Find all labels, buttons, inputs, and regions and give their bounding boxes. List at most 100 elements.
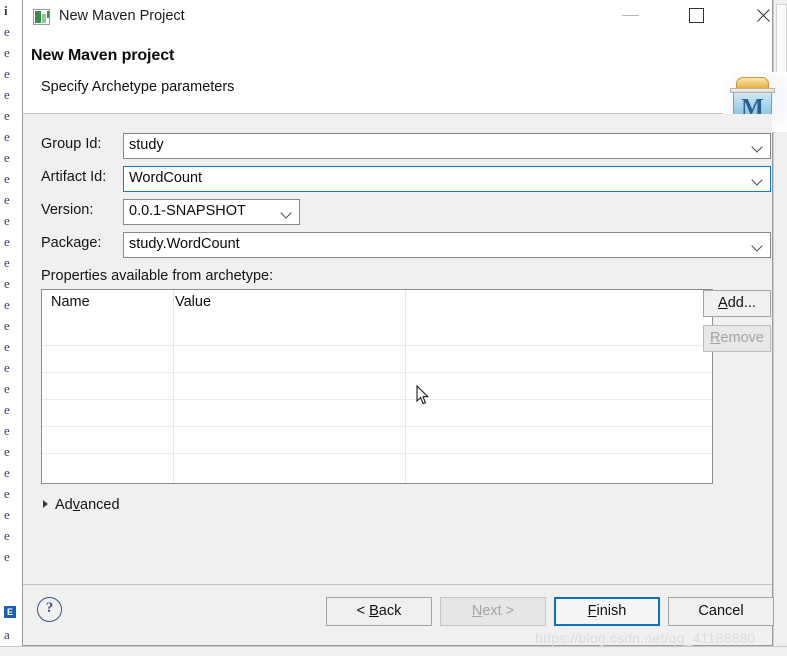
background-explorer-strip: ieeeeeeeeeeeeeeeeeeeeeeeeee <box>0 0 22 656</box>
background-tree-letter: e <box>4 444 10 459</box>
screenshot-root: ieeeeeeeeeeeeeeeeeeeeeeeeee E a New Mave… <box>0 0 787 656</box>
package-row: Package: study.WordCount <box>23 232 772 258</box>
background-tree-letter: e <box>4 549 10 564</box>
background-tree-letter: e <box>4 360 10 375</box>
background-tree-letter: i <box>4 3 8 18</box>
properties-table[interactable]: Name Value <box>41 289 713 484</box>
row-divider <box>42 345 712 346</box>
group-id-row: Group Id: study <box>23 133 772 159</box>
advanced-disclosure[interactable]: Advanced <box>43 497 120 513</box>
remove-property-button[interactable]: Remove <box>703 325 771 352</box>
add-button-label-rest: dd... <box>727 295 756 311</box>
add-button-mnemonic: A <box>718 295 728 311</box>
chevron-down-icon[interactable] <box>753 176 762 185</box>
package-value: study.WordCount <box>129 236 240 252</box>
background-tree-letter: e <box>4 150 10 165</box>
row-divider <box>42 399 712 400</box>
dialog-footer: ? < Back Next > Finish Cancel <box>23 584 774 645</box>
maven-wizard-icon <box>33 9 50 25</box>
background-tree-letter: e <box>4 108 10 123</box>
background-tree-letter: e <box>4 45 10 60</box>
background-tree-letter: e <box>4 213 10 228</box>
group-id-label: Group Id: <box>41 136 102 152</box>
close-icon <box>755 8 771 24</box>
page-subtitle: Specify Archetype parameters <box>41 79 235 95</box>
background-tree-letter: e <box>4 171 10 186</box>
column-header-name[interactable]: Name <box>51 294 90 310</box>
row-divider <box>42 453 712 454</box>
maximize-button[interactable] <box>674 0 720 31</box>
wizard-body: Group Id: study Artifact Id: WordCount V… <box>23 114 772 584</box>
background-tree-letter: e <box>4 24 10 39</box>
background-tree-letter: e <box>4 507 10 522</box>
properties-label: Properties available from archetype: <box>41 268 274 284</box>
chevron-right-icon <box>43 500 48 508</box>
artifact-id-label: Artifact Id: <box>41 169 107 185</box>
next-label-post: ext > <box>482 603 515 619</box>
advanced-mnemonic: v <box>72 497 80 513</box>
minimize-icon <box>622 15 639 16</box>
chevron-down-icon[interactable] <box>753 242 762 251</box>
artifact-id-input[interactable]: WordCount <box>123 166 771 192</box>
finish-mnemonic: F <box>587 603 597 619</box>
title-bar[interactable]: New Maven Project <box>23 0 772 35</box>
back-label-post: ack <box>378 603 402 619</box>
background-eclipse-icon: E <box>4 606 16 618</box>
background-tree-letter: e <box>4 234 10 249</box>
background-status-bar <box>0 646 787 656</box>
back-label-pre: < <box>356 603 370 619</box>
version-row: Version: 0.0.1-SNAPSHOT <box>23 199 772 225</box>
table-header-row: Name Value <box>42 290 712 317</box>
row-divider <box>42 426 712 427</box>
next-mnemonic: N <box>471 603 483 619</box>
remove-button-label-rest: emove <box>720 330 764 346</box>
background-tree-letter: e <box>4 255 10 270</box>
background-tree-letter: e <box>4 339 10 354</box>
mouse-cursor <box>416 384 430 406</box>
background-tree-letter: e <box>4 381 10 396</box>
finish-label-post: inish <box>596 603 627 619</box>
advanced-label-pre: Ad <box>55 497 73 513</box>
package-input[interactable]: study.WordCount <box>123 232 771 258</box>
remove-button-mnemonic: R <box>709 330 721 346</box>
back-button[interactable]: < Back <box>326 597 432 626</box>
cancel-button[interactable]: Cancel <box>668 597 774 626</box>
background-tree-letter: e <box>4 129 10 144</box>
help-icon[interactable]: ? <box>37 597 62 622</box>
background-tree-letter: e <box>4 276 10 291</box>
maximize-icon <box>689 8 704 23</box>
background-tree-letter: e <box>4 465 10 480</box>
row-divider <box>42 372 712 373</box>
background-tree-letter: e <box>4 192 10 207</box>
column-divider[interactable] <box>405 290 406 483</box>
finish-button[interactable]: Finish <box>554 597 660 626</box>
background-tree-letter: e <box>4 402 10 417</box>
version-dropdown[interactable]: 0.0.1-SNAPSHOT <box>123 199 300 225</box>
version-value: 0.0.1-SNAPSHOT <box>129 203 246 219</box>
chevron-down-icon[interactable] <box>753 143 762 152</box>
next-button[interactable]: Next > <box>440 597 546 626</box>
add-property-button[interactable]: Add... <box>703 290 771 317</box>
page-title: New Maven project <box>31 47 175 64</box>
group-id-value: study <box>129 137 164 153</box>
version-label: Version: <box>41 202 94 218</box>
package-label: Package: <box>41 235 102 251</box>
chevron-down-icon[interactable] <box>282 209 291 218</box>
close-button[interactable] <box>740 0 786 31</box>
background-tree-letter: e <box>4 87 10 102</box>
minimize-button[interactable] <box>608 0 654 31</box>
column-header-value[interactable]: Value <box>175 294 211 310</box>
background-bottom-letter: a <box>4 627 10 642</box>
background-tree-letter: e <box>4 528 10 543</box>
advanced-label-post: anced <box>80 497 120 513</box>
background-tree-letter: e <box>4 486 10 501</box>
wizard-header: New Maven project Specify Archetype para… <box>23 35 787 132</box>
artifact-id-row: Artifact Id: WordCount <box>23 166 772 192</box>
background-tree-letter: e <box>4 297 10 312</box>
column-divider[interactable] <box>173 290 174 483</box>
group-id-input[interactable]: study <box>123 133 771 159</box>
background-tree-letter: e <box>4 423 10 438</box>
background-tree-letter: e <box>4 66 10 81</box>
window-title: New Maven Project <box>59 8 185 24</box>
background-tree-letter: e <box>4 318 10 333</box>
